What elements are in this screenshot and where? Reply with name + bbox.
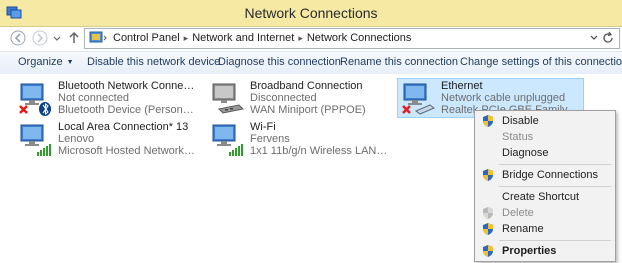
menu-separator: [499, 240, 611, 241]
connection-item-wifi[interactable]: Wi-Fi Fervens 1x1 11b/g/n Wireless LAN P…: [207, 120, 391, 160]
menu-item-label: Delete: [502, 207, 534, 219]
connection-item-local-area-13[interactable]: Local Area Connection* 13 Lenovo Microso…: [15, 120, 199, 160]
window-title: Network Connections: [244, 5, 378, 21]
menu-item-label: Create Shortcut: [502, 191, 580, 203]
menu-item-label: Status: [502, 131, 534, 143]
wireless-network-icon: [20, 124, 51, 156]
change-settings-button[interactable]: Change settings of this connection: [460, 56, 622, 68]
menu-item-label: Properties: [502, 245, 557, 257]
disable-device-button[interactable]: Disable this network device: [87, 56, 220, 68]
diagnose-connection-button[interactable]: Diagnose this connection: [218, 56, 341, 68]
organize-dropdown-icon: ▼: [66, 59, 74, 66]
menu-item-label: Disable: [502, 115, 539, 127]
bluetooth-network-icon: [19, 83, 51, 116]
address-dropdown-chevron-icon[interactable]: [589, 31, 599, 45]
breadcrumb-control-panel[interactable]: Control Panel: [113, 32, 180, 44]
connection-item-broadband[interactable]: Broadband Connection Disconnected WAN Mi…: [207, 79, 391, 119]
menu-item-properties[interactable]: Properties: [477, 243, 613, 259]
menu-separator: [499, 186, 611, 187]
breadcrumb-separator-icon[interactable]: ▸: [184, 33, 189, 43]
breadcrumb-network-connections[interactable]: Network Connections: [307, 32, 412, 44]
title-bar: Network Connections: [0, 0, 622, 27]
back-arrow-icon[interactable]: [10, 30, 26, 46]
navigation-bar: Control Panel ▸ Network and Internet ▸ Netwo…: [0, 27, 622, 49]
connection-device: WAN Miniport (PPPOE): [250, 104, 366, 116]
uac-shield-icon: [483, 223, 493, 235]
address-bar[interactable]: Control Panel ▸ Network and Internet ▸ Netwo…: [84, 28, 620, 49]
connection-item-bluetooth[interactable]: Bluetooth Network Connection Not connect…: [15, 79, 199, 119]
ethernet-network-icon: [402, 83, 435, 115]
uac-shield-icon: [483, 245, 493, 257]
uac-shield-disabled-icon: [483, 207, 493, 219]
refresh-icon[interactable]: [601, 30, 615, 46]
menu-item-label: Rename: [502, 223, 544, 235]
connection-device: Bluetooth Device (Personal Area ...: [58, 104, 196, 116]
organize-label: Organize: [18, 56, 63, 68]
organize-button[interactable]: Organize ▼: [18, 56, 74, 68]
control-panel-icon: [89, 31, 107, 43]
uac-shield-icon: [483, 169, 493, 181]
menu-item-delete: Delete: [477, 205, 613, 221]
menu-item-bridge-connections[interactable]: Bridge Connections: [477, 167, 613, 183]
menu-item-rename[interactable]: Rename: [477, 221, 613, 237]
breadcrumb-network-and-internet[interactable]: Network and Internet: [192, 32, 294, 44]
up-arrow-icon[interactable]: [66, 30, 82, 46]
breadcrumb-separator-icon[interactable]: ▸: [298, 33, 303, 43]
menu-item-create-shortcut[interactable]: Create Shortcut: [477, 189, 613, 205]
menu-item-diagnose[interactable]: Diagnose: [477, 145, 613, 161]
breadcrumb: Control Panel ▸ Network and Internet ▸ Netwo…: [113, 32, 411, 44]
connection-device: 1x1 11b/g/n Wireless LAN PCI Exp...: [250, 145, 388, 157]
menu-item-status: Status: [477, 129, 613, 145]
menu-item-label: Diagnose: [502, 147, 549, 159]
connection-device: Microsoft Hosted Network Virtual...: [58, 145, 196, 157]
menu-item-label: Bridge Connections: [502, 169, 599, 181]
uac-shield-icon: [483, 115, 493, 127]
forward-arrow-icon[interactable]: [32, 30, 48, 46]
menu-item-disable[interactable]: Disable: [477, 113, 613, 129]
context-menu: Disable Status Diagnose Bridge Connectio…: [474, 110, 616, 262]
menu-separator: [499, 164, 611, 165]
command-bar: Organize ▼ Disable this network device Di…: [0, 51, 622, 75]
wifi-signal-icon: [212, 124, 243, 156]
rename-connection-button[interactable]: Rename this connection: [340, 56, 458, 68]
recent-locations-chevron-icon[interactable]: [52, 30, 62, 46]
broadband-modem-icon: [212, 83, 245, 114]
